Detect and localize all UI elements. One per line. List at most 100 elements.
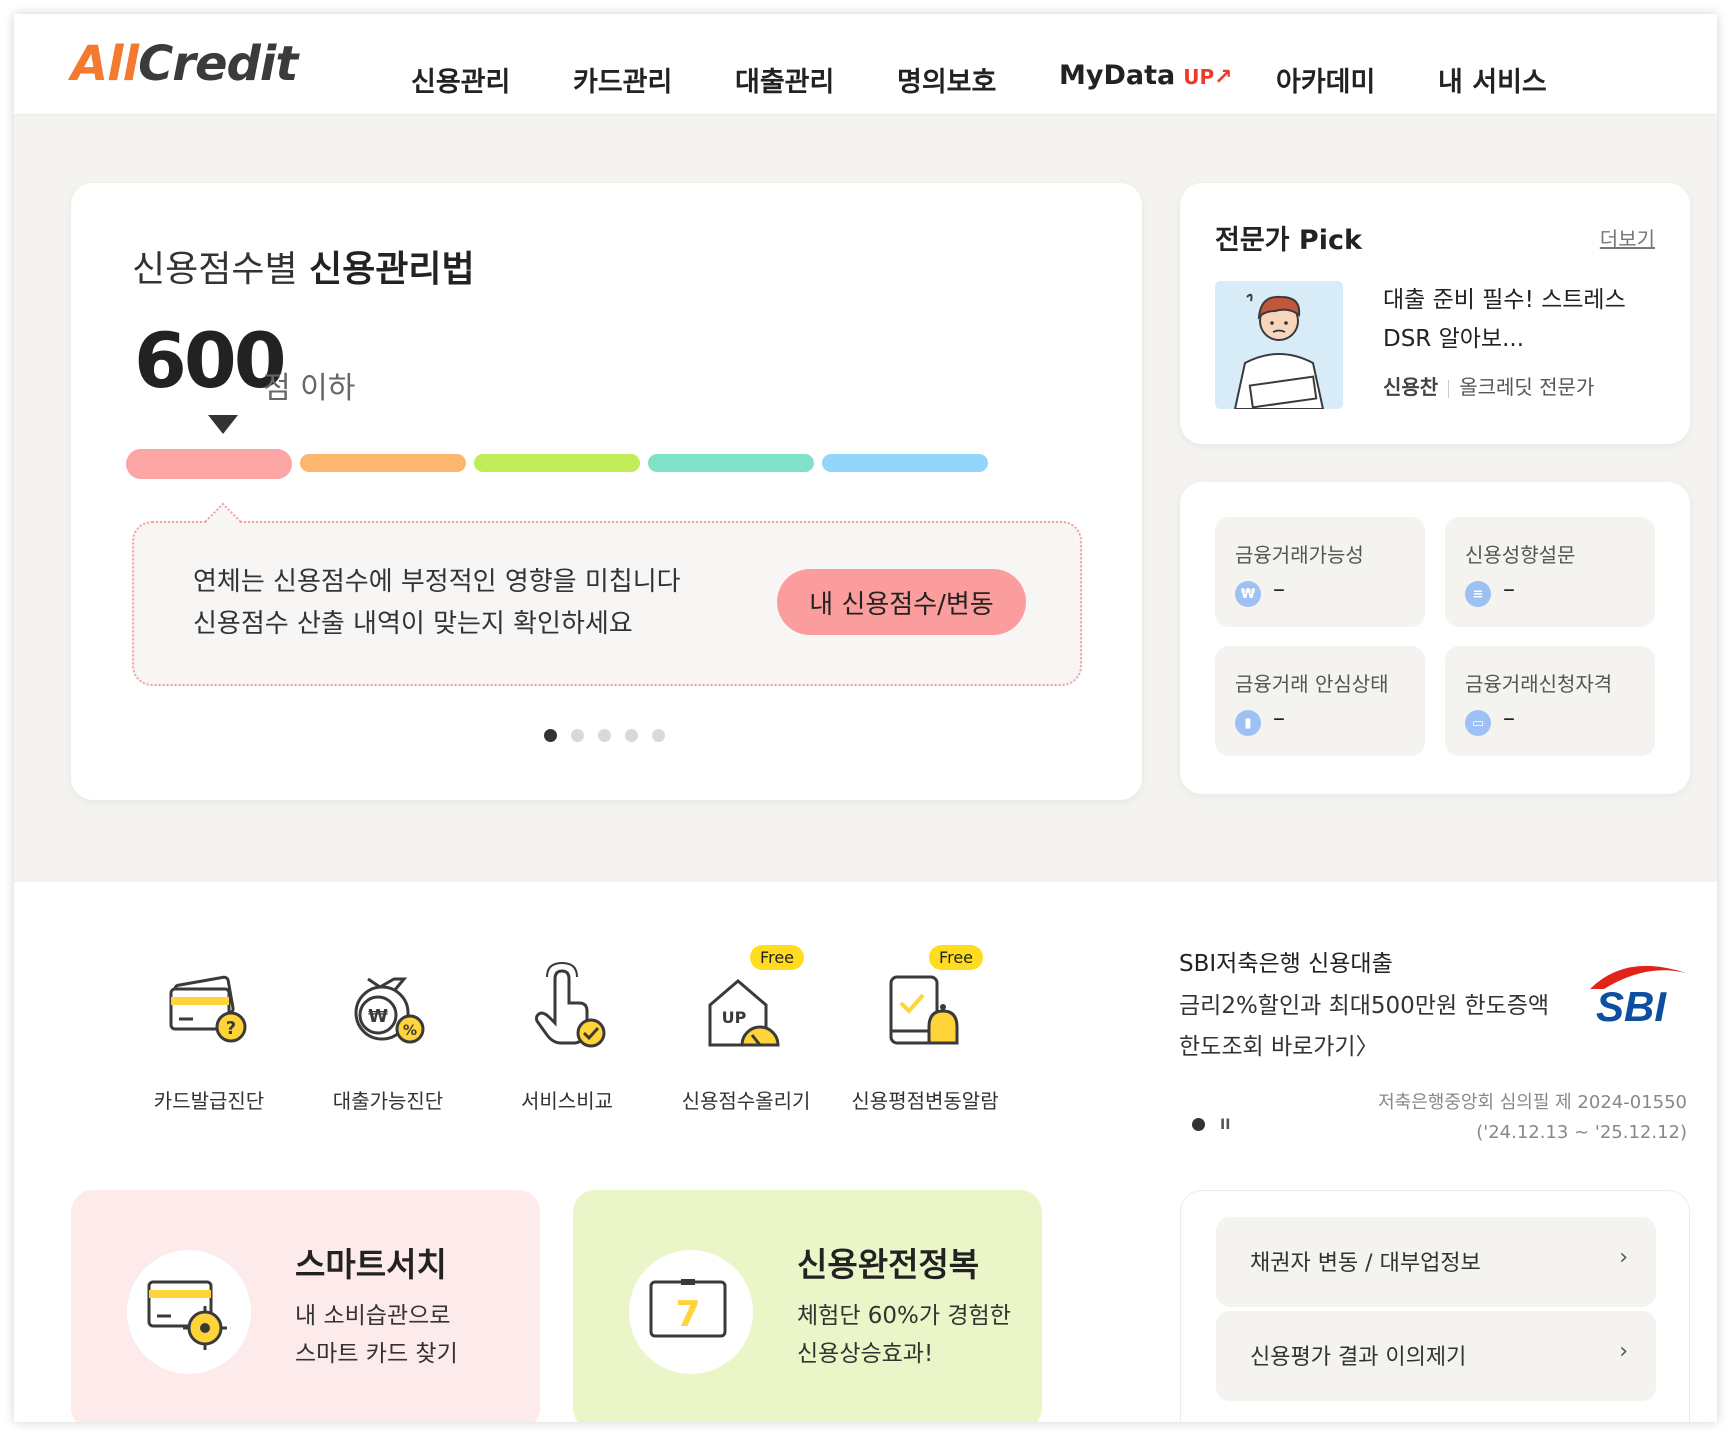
calendar-day: 7 [675, 1294, 700, 1335]
promo-line-2: 신용상승효과! [797, 1341, 934, 1367]
stat-transaction-possibility[interactable]: 금융거래가능성 ₩ – [1215, 517, 1425, 627]
nav-card-management[interactable]: 카드관리 [573, 60, 672, 99]
carousel-dot[interactable] [625, 729, 638, 742]
main-nav: 신용관리 카드관리 대출관리 명의보호 MyData UP↗ 아카데미 내 서비스 [14, 14, 1717, 115]
promo-credit-mastery[interactable]: 7 신용완전정복 체험단 60%가 경험한 신용상승효과! [573, 1190, 1042, 1422]
carousel-dot[interactable] [571, 729, 584, 742]
ad-carousel-dot[interactable] [1192, 1118, 1205, 1131]
promo-title: 신용완전정복 [797, 1245, 980, 1284]
nav-mydata[interactable]: MyData UP↗ [1059, 60, 1233, 91]
chevron-right-icon: › [1619, 1339, 1628, 1364]
score-range-bar[interactable] [648, 454, 814, 472]
title-bold: 신용관리법 [309, 249, 475, 290]
ad-subtitle: 금리2%할인과 최대500만원 한도증액 [1179, 993, 1550, 1019]
more-link[interactable]: 더보기 [1600, 223, 1655, 252]
page-frame: AllCredit 신용관리 카드관리 대출관리 명의보호 MyData UP↗ … [14, 14, 1717, 1422]
ad-note-line-1: 저축은행중앙회 심의필 제 2024-01550 [1378, 1092, 1687, 1113]
stat-safety-status[interactable]: 금융거래 안심상태 ▮ – [1215, 646, 1425, 756]
carousel-dot[interactable] [544, 729, 557, 742]
phone-bell-icon: Free [875, 945, 983, 1059]
money-bag-icon: ₩ % [338, 959, 438, 1059]
expert-pick-headline[interactable]: 대출 준비 필수! 스트레스 DSR 알아보... [1383, 281, 1663, 359]
promo-text: 체험단 60%가 경험한 신용상승효과! [797, 1297, 1011, 1373]
svg-text:%: % [403, 1023, 417, 1039]
stat-label: 신용성향설문 [1465, 543, 1576, 567]
expert-pick-title: 전문가 Pick [1215, 225, 1362, 256]
score-range-bar[interactable] [126, 449, 292, 479]
up-arrow-icon: ↗ [1214, 65, 1233, 90]
tip-notch [204, 502, 242, 540]
promo-line-1: 내 소비습관으로 [295, 1303, 451, 1329]
link-credit-objection[interactable]: 신용평가 결과 이의제기 › [1216, 1311, 1656, 1401]
promo-icon-circle [127, 1250, 251, 1374]
promo-icon-circle: 7 [629, 1250, 753, 1374]
pause-icon[interactable]: II [1220, 1117, 1230, 1133]
stat-label: 금융거래가능성 [1235, 543, 1364, 567]
nav-identity-protection[interactable]: 명의보호 [897, 60, 996, 99]
carousel-dot[interactable] [652, 729, 665, 742]
stat-label: 금융거래 안심상태 [1235, 672, 1389, 696]
header: AllCredit 신용관리 카드관리 대출관리 명의보호 MyData UP↗ … [14, 14, 1717, 115]
link-creditor-change[interactable]: 채권자 변동 / 대부업정보 › [1216, 1217, 1656, 1307]
ad-note: 저축은행중앙회 심의필 제 2024-01550 ('24.12.13 ~ '2… [1378, 1088, 1687, 1148]
nav-loan-management[interactable]: 대출관리 [735, 60, 834, 99]
calendar-icon: 7 [649, 1279, 727, 1338]
service-label: 신용평점변동알람 [851, 1089, 999, 1113]
expert-pick-thumbnail[interactable] [1215, 281, 1343, 409]
svg-text:UP: UP [722, 1008, 747, 1027]
credit-guide-card: 신용점수별 신용관리법 600 점 이하 연체는 신용점수에 부정적인 영향을 … [71, 183, 1142, 800]
service-label: 카드발급진단 [153, 1089, 265, 1113]
my-credit-score-button[interactable]: 내 신용점수/변동 [777, 569, 1026, 635]
promo-smart-search[interactable]: 스마트서치 내 소비습관으로 스마트 카드 찾기 [71, 1190, 540, 1422]
credit-guide-title: 신용점수별 신용관리법 [132, 240, 475, 292]
service-label: 신용점수올리기 [681, 1089, 811, 1113]
service-compare[interactable]: 서비스비교 [477, 959, 657, 1114]
nav-academy[interactable]: 아카데미 [1276, 60, 1375, 99]
mydata-up-badge: UP [1183, 65, 1215, 89]
id-card-icon: ▭ [1465, 710, 1491, 736]
credit-status-card: 금융거래가능성 ₩ – 신용성향설문 ≡ – 금융거래 안심상태 ▮ – 금융거… [1180, 482, 1690, 794]
nav-mydata-label: MyData [1059, 60, 1176, 91]
divider [1448, 379, 1450, 398]
svg-text:?: ? [226, 1018, 236, 1039]
service-raise-score[interactable]: UP Free 신용점수올리기 [656, 945, 836, 1114]
nav-my-service[interactable]: 내 서비스 [1438, 60, 1547, 99]
service-label: 서비스비교 [521, 1089, 613, 1113]
stat-application-eligibility[interactable]: 금융거래신청자격 ▭ – [1445, 646, 1655, 756]
stat-value: – [1503, 704, 1515, 732]
ad-note-line-2: ('24.12.13 ~ '25.12.12) [1476, 1122, 1687, 1143]
free-badge: Free [750, 945, 804, 970]
house-up-icon: UP Free [696, 945, 804, 1059]
credit-card-question-icon: ? [159, 959, 259, 1059]
nav-credit-management[interactable]: 신용관리 [411, 60, 510, 99]
stat-credit-survey[interactable]: 신용성향설문 ≡ – [1445, 517, 1655, 627]
tip-line-2: 신용점수 산출 내역이 맞는지 확인하세요 [193, 609, 633, 639]
ad-title[interactable]: SBI저축은행 신용대출 [1179, 944, 1393, 978]
promo-line-1: 체험단 60%가 경험한 [797, 1303, 1011, 1329]
headline-line-2: DSR 알아보... [1383, 326, 1525, 352]
svg-text:₩: ₩ [368, 1006, 388, 1027]
service-score-alarm[interactable]: Free 신용평점변동알람 [835, 945, 1015, 1114]
carousel-dots [544, 729, 665, 742]
bar-chart-icon: ▮ [1235, 710, 1261, 736]
stat-label: 금융거래신청자격 [1465, 672, 1613, 696]
author-role: 올크레딧 전문가 [1459, 375, 1595, 399]
sbi-logo[interactable]: SBI [1586, 959, 1691, 1030]
score-range-bar[interactable] [822, 454, 988, 472]
score-value: 600 [134, 316, 287, 405]
chevron-right-icon: › [1619, 1245, 1628, 1270]
title-light: 신용점수별 [132, 249, 310, 290]
score-range-bar[interactable] [474, 454, 640, 472]
score-range-bar[interactable] [300, 454, 466, 472]
promo-text: 내 소비습관으로 스마트 카드 찾기 [295, 1297, 458, 1373]
tip-line-1: 연체는 신용점수에 부정적인 영향을 미칩니다 [193, 567, 681, 597]
stat-value: – [1503, 575, 1515, 603]
ad-link[interactable]: 한도조회 바로가기〉 [1179, 1027, 1379, 1061]
headline-line-1: 대출 준비 필수! 스트레스 [1383, 287, 1626, 313]
credit-tip-box: 연체는 신용점수에 부정적인 영향을 미칩니다 신용점수 산출 내역이 맞는지 … [132, 502, 1082, 686]
carousel-dot[interactable] [598, 729, 611, 742]
link-label: 신용평가 결과 이의제기 [1250, 1345, 1467, 1370]
service-card-diagnosis[interactable]: ? 카드발급진단 [119, 959, 299, 1114]
promo-title: 스마트서치 [295, 1245, 447, 1284]
service-loan-diagnosis[interactable]: ₩ % 대출가능진단 [298, 959, 478, 1114]
